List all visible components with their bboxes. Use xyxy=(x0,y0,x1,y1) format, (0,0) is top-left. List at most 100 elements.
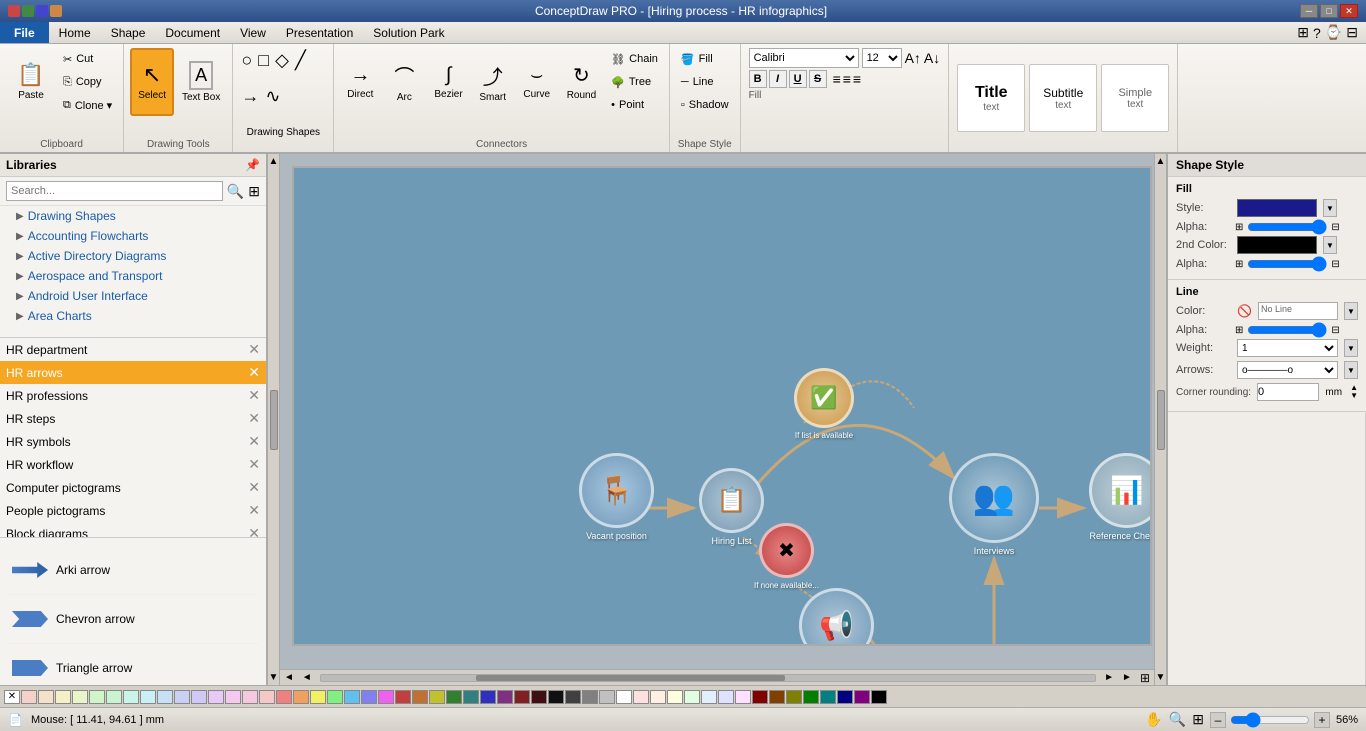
shadow-button[interactable]: ▫ Shadow xyxy=(676,94,734,116)
menu-view[interactable]: View xyxy=(230,22,276,43)
scroll-up-btn-r[interactable]: ▲ xyxy=(1154,154,1166,169)
color-swatch-item[interactable] xyxy=(582,690,598,704)
color-swatch-item[interactable] xyxy=(854,690,870,704)
lib-item-hr-professions[interactable]: HR professions ✕ xyxy=(0,384,266,407)
lib-tree-item-android[interactable]: ▶ Android User Interface xyxy=(0,286,266,306)
color-swatch-item[interactable] xyxy=(633,690,649,704)
line-color-dropdown[interactable]: ▼ xyxy=(1344,302,1358,320)
node-vacant-position[interactable]: 🪑 Vacant position xyxy=(579,453,654,541)
line-tool[interactable]: ╱ xyxy=(293,48,308,73)
close-lib-people-pictograms[interactable]: ✕ xyxy=(248,502,260,519)
color-swatch-item[interactable] xyxy=(650,690,666,704)
fill-alpha-slider[interactable] xyxy=(1247,223,1327,231)
fill-style-swatch[interactable] xyxy=(1237,199,1317,217)
color-swatch-item[interactable] xyxy=(310,690,326,704)
fill-alpha-extra-btn[interactable]: ⊟ xyxy=(1331,222,1339,233)
font-grow-icon[interactable]: A↑ xyxy=(905,50,921,66)
close-lib-hr-professions[interactable]: ✕ xyxy=(248,387,260,404)
diagram-canvas[interactable]: 🪑 Vacant position 📋 Hiring List ✅ xyxy=(292,166,1152,646)
h-scrollbar[interactable]: ◄ ◄ ► ► ⊞ xyxy=(280,669,1154,685)
color-swatch-item[interactable] xyxy=(259,690,275,704)
color-swatch-item[interactable] xyxy=(412,690,428,704)
oval-tool[interactable]: ○ xyxy=(239,48,254,73)
color-swatch-item[interactable] xyxy=(429,690,445,704)
arc-button[interactable]: ⌒ Arc xyxy=(384,48,424,116)
color-swatch-item[interactable] xyxy=(140,690,156,704)
lib-item-computer-pictograms[interactable]: Computer pictograms ✕ xyxy=(0,476,266,499)
color-swatch-item[interactable] xyxy=(106,690,122,704)
node-interviews[interactable]: 👥 Interviews xyxy=(949,453,1039,556)
color-swatch-item[interactable] xyxy=(174,690,190,704)
list-item[interactable]: Triangle arrow xyxy=(8,644,258,685)
color-swatch-item[interactable] xyxy=(531,690,547,704)
color-swatch-item[interactable] xyxy=(667,690,683,704)
align-left-icon[interactable]: ≡ xyxy=(833,71,841,87)
color-swatch-item[interactable] xyxy=(497,690,513,704)
italic-button[interactable]: I xyxy=(769,70,787,88)
fit-view-icon[interactable]: ⊞ xyxy=(1192,711,1204,728)
color-swatch-item[interactable] xyxy=(191,690,207,704)
lib-item-people-pictograms[interactable]: People pictograms ✕ xyxy=(0,499,266,522)
lib-item-hr-workflow[interactable]: HR workflow ✕ xyxy=(0,453,266,476)
scroll-left-btn[interactable]: ◄ xyxy=(280,670,298,685)
color-swatch-item[interactable] xyxy=(718,690,734,704)
color-swatch-item[interactable] xyxy=(701,690,717,704)
line-weight-dropdown[interactable]: ▼ xyxy=(1344,339,1358,357)
close-lib-computer-pictograms[interactable]: ✕ xyxy=(248,479,260,496)
zoom-slider[interactable] xyxy=(1230,712,1310,728)
list-item[interactable]: Arki arrow xyxy=(8,546,258,595)
curve-tool2[interactable]: ∿ xyxy=(263,84,282,109)
fill-2nd-color-swatch[interactable] xyxy=(1237,236,1317,254)
color-swatch-item[interactable] xyxy=(752,690,768,704)
point-button[interactable]: • Point xyxy=(606,94,663,116)
color-swatch-item[interactable] xyxy=(786,690,802,704)
color-swatch-item[interactable] xyxy=(225,690,241,704)
scroll-right-btn[interactable]: ► xyxy=(1118,670,1136,685)
color-swatch-item[interactable] xyxy=(480,690,496,704)
copy-button[interactable]: ⎘ Copy xyxy=(58,71,117,93)
corner-rounding-input[interactable] xyxy=(1257,383,1319,401)
close-lib-hr-workflow[interactable]: ✕ xyxy=(248,456,260,473)
maximize-btn[interactable]: □ xyxy=(1320,4,1338,18)
close-lib-hr-department[interactable]: ✕ xyxy=(248,341,260,358)
color-swatch-item[interactable] xyxy=(89,690,105,704)
underline-button[interactable]: U xyxy=(789,70,807,88)
scroll-left-page-btn[interactable]: ◄ xyxy=(298,670,316,685)
color-swatch-item[interactable] xyxy=(565,690,581,704)
align-right-icon[interactable]: ≡ xyxy=(853,71,861,87)
textbox-button[interactable]: A Text Box xyxy=(176,48,226,116)
lib-tree-item-accounting[interactable]: ▶ Accounting Flowcharts xyxy=(0,226,266,246)
node-announcement[interactable]: 📢 Announcement xyxy=(799,588,874,646)
color-swatch-item[interactable] xyxy=(55,690,71,704)
rect-tool[interactable]: □ xyxy=(256,48,271,73)
color-swatch-item[interactable] xyxy=(157,690,173,704)
color-swatch-item[interactable] xyxy=(293,690,309,704)
close-lib-hr-arrows[interactable]: ✕ xyxy=(248,364,260,381)
libraries-search-input[interactable] xyxy=(6,181,223,201)
color-swatch-item[interactable] xyxy=(616,690,632,704)
color-swatch-item[interactable] xyxy=(242,690,258,704)
direct-button[interactable]: → Direct xyxy=(340,48,380,116)
color-swatch-item[interactable] xyxy=(378,690,394,704)
font-size-select[interactable]: 12 xyxy=(862,48,902,68)
color-swatch-item[interactable] xyxy=(21,690,37,704)
color-swatch-item[interactable] xyxy=(361,690,377,704)
corner-down-btn[interactable]: ▼ xyxy=(1350,392,1358,400)
arrows-select[interactable]: o————o xyxy=(1237,361,1338,379)
close-btn[interactable]: ✕ xyxy=(1340,4,1358,18)
title-style-button[interactable]: Title text xyxy=(957,64,1025,132)
color-swatch-item[interactable] xyxy=(871,690,887,704)
canvas-scroll[interactable]: 🪑 Vacant position 📋 Hiring List ✅ xyxy=(280,154,1154,669)
color-bar-none[interactable]: ✕ xyxy=(4,690,20,704)
node-if-none-available[interactable]: ✖ If none available... xyxy=(754,523,819,590)
align-center-icon[interactable]: ≡ xyxy=(843,71,851,87)
fill-2nd-alpha-slider[interactable] xyxy=(1247,260,1327,268)
scroll-down-btn[interactable]: ▼ xyxy=(268,670,280,685)
lib-item-hr-arrows[interactable]: HR arrows ✕ xyxy=(0,361,266,384)
line-alpha-slider[interactable] xyxy=(1247,326,1327,334)
cut-button[interactable]: ✂ Cut xyxy=(58,48,117,70)
color-swatch-item[interactable] xyxy=(769,690,785,704)
lib-item-hr-steps[interactable]: HR steps ✕ xyxy=(0,407,266,430)
fill-2nd-color-dropdown[interactable]: ▼ xyxy=(1323,236,1337,254)
color-swatch-item[interactable] xyxy=(123,690,139,704)
